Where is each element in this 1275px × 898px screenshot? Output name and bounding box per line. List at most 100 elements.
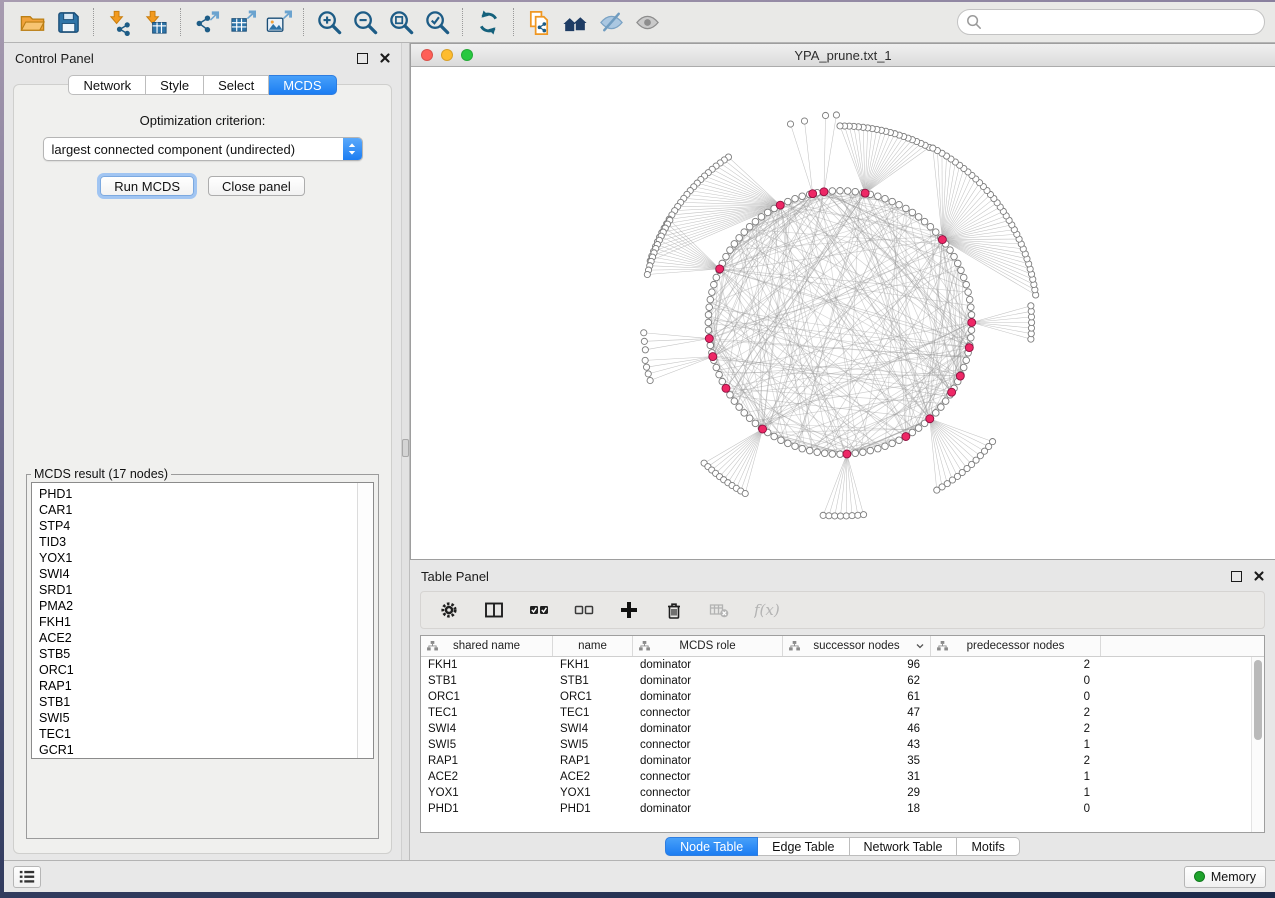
mcds-hub-node[interactable] [843, 450, 851, 458]
export-network-button[interactable] [188, 6, 224, 38]
close-panel-icon[interactable] [1254, 571, 1264, 581]
mcds-hub-node[interactable] [938, 236, 946, 244]
mcds-result-item[interactable]: CAR1 [39, 502, 373, 518]
table-row[interactable]: RAP1RAP1dominator352 [421, 753, 1264, 769]
zoom-window-icon[interactable] [461, 49, 473, 61]
close-panel-icon[interactable] [380, 53, 390, 63]
save-session-button[interactable] [50, 6, 86, 38]
tab-network[interactable]: Network [68, 75, 146, 95]
close-window-icon[interactable] [421, 49, 433, 61]
mcds-result-item[interactable]: STB1 [39, 694, 373, 710]
network-nodes[interactable] [641, 112, 1039, 519]
refresh-view-button[interactable] [470, 6, 506, 38]
mcds-result-item[interactable]: SWI4 [39, 566, 373, 582]
mcds-result-item[interactable]: ORC1 [39, 662, 373, 678]
panel-splitter[interactable] [401, 43, 410, 860]
tab-network-table[interactable]: Network Table [850, 837, 958, 856]
network-graph[interactable] [411, 67, 1275, 559]
mcds-hub-node[interactable] [956, 372, 964, 380]
mcds-result-item[interactable]: RAP1 [39, 678, 373, 694]
zoom-out-button[interactable] [347, 6, 383, 38]
mcds-hub-node[interactable] [902, 433, 910, 441]
column-header-mcds-role[interactable]: MCDS role [633, 636, 783, 656]
mcds-hub-node[interactable] [965, 344, 973, 352]
tab-node-table[interactable]: Node Table [665, 837, 758, 856]
mcds-result-item[interactable]: TID3 [39, 534, 373, 550]
mcds-hub-node[interactable] [926, 415, 934, 423]
import-network-file-button[interactable] [101, 6, 137, 38]
search-box[interactable] [957, 9, 1265, 35]
table-row[interactable]: ACE2ACE2connector311 [421, 769, 1264, 785]
task-history-button[interactable] [13, 866, 41, 888]
mcds-hub-node[interactable] [722, 384, 730, 392]
mcds-hub-node[interactable] [709, 353, 717, 361]
delete-column-button[interactable] [664, 600, 684, 620]
tab-mcds[interactable]: MCDS [269, 75, 336, 95]
mcds-hub-node[interactable] [705, 335, 713, 343]
hide-selected-button[interactable] [593, 6, 629, 38]
table-row[interactable]: ORC1ORC1dominator610 [421, 689, 1264, 705]
first-neighbors-button[interactable] [557, 6, 593, 38]
mcds-hub-node[interactable] [861, 189, 869, 197]
show-all-button[interactable] [629, 6, 665, 38]
network-canvas[interactable] [411, 67, 1275, 559]
column-header-successor-nodes[interactable]: successor nodes [783, 636, 931, 656]
search-input[interactable] [987, 14, 1256, 30]
sort-chevron-icon[interactable] [916, 643, 924, 649]
mcds-result-list[interactable]: PHD1CAR1STP4TID3YOX1SWI4SRD1PMA2FKH1ACE2… [31, 482, 374, 759]
mcds-result-item[interactable]: PMA2 [39, 598, 373, 614]
duplicate-network-button[interactable] [521, 6, 557, 38]
column-header-shared-name[interactable]: shared name [421, 636, 553, 656]
table-row[interactable]: STB1STB1dominator620 [421, 673, 1264, 689]
mcds-result-item[interactable]: YOX1 [39, 550, 373, 566]
deselect-all-button[interactable] [574, 600, 594, 620]
mcds-result-item[interactable]: SWI5 [39, 710, 373, 726]
split-view-button[interactable] [484, 600, 504, 620]
column-header-predecessor-nodes[interactable]: predecessor nodes [931, 636, 1101, 656]
table-row[interactable]: YOX1YOX1connector291 [421, 785, 1264, 801]
close-panel-button[interactable]: Close panel [208, 176, 305, 196]
mcds-result-item[interactable]: ACE2 [39, 630, 373, 646]
mcds-result-item[interactable]: STB5 [39, 646, 373, 662]
column-header-name[interactable]: name [553, 636, 633, 656]
table-scrollbar-thumb[interactable] [1254, 660, 1262, 740]
mcds-hub-node[interactable] [809, 190, 817, 198]
mcds-hub-node[interactable] [968, 318, 976, 326]
tab-select[interactable]: Select [204, 75, 269, 95]
zoom-selected-button[interactable] [419, 6, 455, 38]
mcds-hub-node[interactable] [716, 265, 724, 273]
table-row[interactable]: TEC1TEC1connector472 [421, 705, 1264, 721]
table-row[interactable]: PHD1PHD1dominator180 [421, 801, 1264, 817]
splitter-handle-icon[interactable] [402, 439, 409, 457]
export-table-button[interactable] [224, 6, 260, 38]
import-table-file-button[interactable] [137, 6, 173, 38]
zoom-in-button[interactable] [311, 6, 347, 38]
zoom-fit-button[interactable] [383, 6, 419, 38]
tab-style[interactable]: Style [146, 75, 204, 95]
open-file-button[interactable] [14, 6, 50, 38]
table-row[interactable]: FKH1FKH1dominator962 [421, 657, 1264, 673]
criterion-dropdown[interactable]: largest connected component (undirected) [43, 137, 363, 161]
memory-button[interactable]: Memory [1184, 866, 1266, 888]
tab-motifs[interactable]: Motifs [957, 837, 1019, 856]
mcds-result-item[interactable]: PHD1 [39, 486, 373, 502]
mcds-result-item[interactable]: FKH1 [39, 614, 373, 630]
mcds-result-item[interactable]: TEC1 [39, 726, 373, 742]
mcds-hub-node[interactable] [776, 201, 784, 209]
table-row[interactable]: SWI5SWI5connector431 [421, 737, 1264, 753]
mcds-result-item[interactable]: GCR1 [39, 742, 373, 758]
select-all-button[interactable] [529, 600, 549, 620]
settings-button[interactable] [439, 600, 459, 620]
mcds-hub-node[interactable] [948, 388, 956, 396]
mcds-hub-node[interactable] [759, 425, 767, 433]
mcds-hub-node[interactable] [820, 188, 828, 196]
run-mcds-button[interactable]: Run MCDS [100, 176, 194, 196]
mcds-result-item[interactable]: SRD1 [39, 582, 373, 598]
float-panel-icon[interactable] [1231, 571, 1242, 582]
table-row[interactable]: SWI4SWI4dominator462 [421, 721, 1264, 737]
export-image-button[interactable] [260, 6, 296, 38]
table-scrollbar[interactable] [1251, 657, 1264, 832]
mcds-list-scrollbar[interactable] [357, 483, 373, 758]
network-window-titlebar[interactable]: YPA_prune.txt_1 [411, 44, 1275, 67]
float-panel-icon[interactable] [357, 53, 368, 64]
